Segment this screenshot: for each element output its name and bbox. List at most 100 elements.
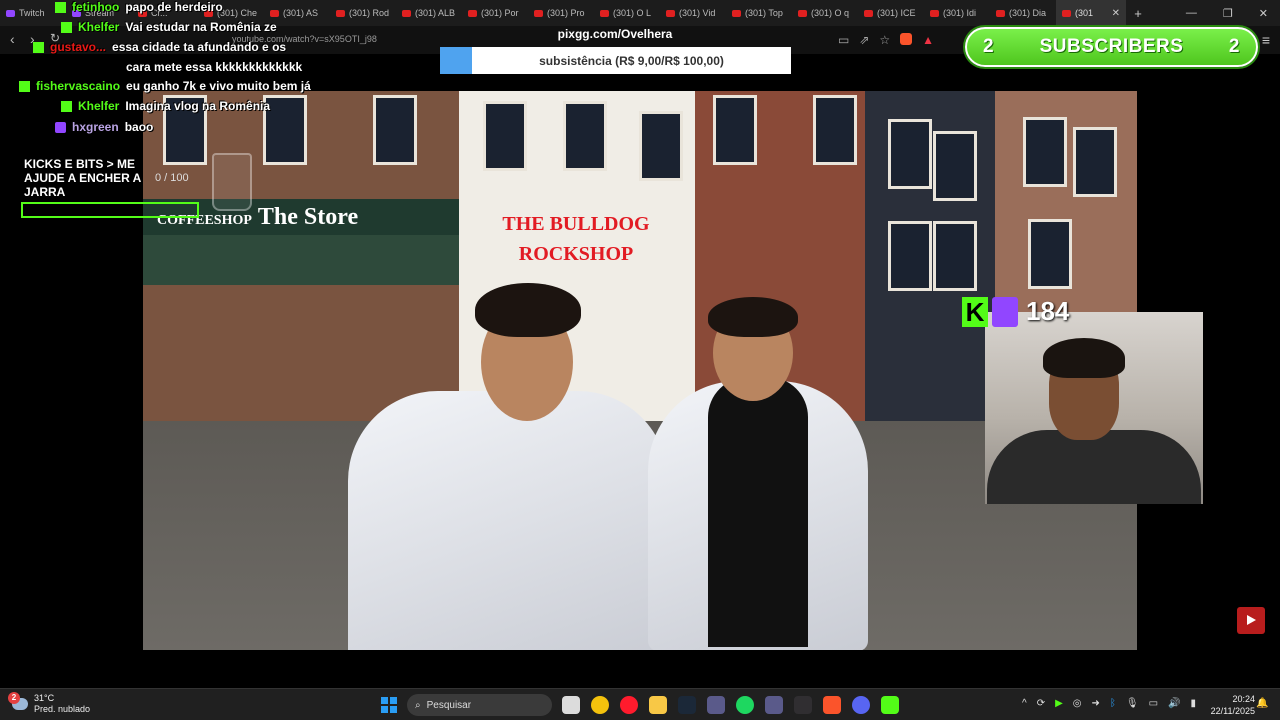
play-icon[interactable]: ▶ bbox=[1055, 698, 1063, 709]
browser-tab[interactable]: (301) ALB bbox=[396, 0, 462, 26]
tab-label: (301 bbox=[1075, 8, 1094, 18]
donation-goal-bar: subsistência (R$ 9,00/R$ 100,00) bbox=[440, 47, 791, 74]
browser-tab[interactable]: (301) Rod bbox=[330, 0, 396, 26]
youtube-favicon-icon bbox=[534, 9, 543, 17]
browser-tab[interactable]: (301) Pro bbox=[528, 0, 594, 26]
hair bbox=[708, 297, 798, 337]
screen: Twitch Stream Cr... (301) Che (301) AS (301) … bbox=[0, 0, 1280, 720]
weather-widget[interactable]: 2 31°C Pred. nublado bbox=[8, 692, 91, 715]
streamer-hair bbox=[1043, 338, 1125, 378]
tab-label: (301) Rod bbox=[349, 8, 390, 18]
app-icon[interactable] bbox=[765, 696, 783, 714]
search-placeholder: Pesquisar bbox=[426, 699, 472, 711]
brave-icon[interactable] bbox=[823, 696, 841, 714]
youtube-favicon-icon bbox=[996, 9, 1005, 17]
browser-tab[interactable]: (301) Vid bbox=[660, 0, 726, 26]
browser-tab[interactable]: (301) O q bbox=[792, 0, 858, 26]
opera-icon[interactable] bbox=[620, 696, 638, 714]
hair bbox=[475, 283, 581, 337]
chat-overlay: fetinhoo papo de herdeiro Khelfer Vai estud… bbox=[0, 0, 330, 140]
viewer-counter: K 184 bbox=[962, 296, 1069, 327]
search-icon: ⌕ bbox=[415, 699, 421, 711]
browser-tab[interactable]: (301) Idi bbox=[924, 0, 990, 26]
youtube-favicon-icon bbox=[732, 9, 741, 17]
browser-tab[interactable]: (301) ICE bbox=[858, 0, 924, 26]
minimize-icon[interactable]: — bbox=[1186, 7, 1197, 19]
tab-label: (301) ALB bbox=[415, 8, 456, 18]
tab-label: (301) Dia bbox=[1009, 8, 1047, 18]
browser-tab[interactable]: (301) Dia bbox=[990, 0, 1056, 26]
bluetooth-icon[interactable]: ᛒ bbox=[1110, 698, 1116, 709]
browser-tab[interactable]: (301) Top bbox=[726, 0, 792, 26]
tab-label: (301) Por bbox=[481, 8, 519, 18]
discord-icon[interactable] bbox=[852, 696, 870, 714]
chat-text: cara mete essa kkkkkkkkkkkkk bbox=[126, 60, 303, 74]
chrome-icon[interactable] bbox=[591, 696, 609, 714]
brave-rewards-icon[interactable]: ▲ bbox=[922, 33, 934, 47]
goal-progress-bar bbox=[21, 202, 199, 218]
streamer-webcam bbox=[985, 312, 1203, 504]
close-tab-icon[interactable]: ✕ bbox=[1112, 8, 1120, 19]
clock[interactable]: 20:24 22/11/2025 bbox=[1203, 693, 1255, 717]
steam-icon[interactable] bbox=[678, 696, 696, 714]
mic-icon[interactable]: 🎙 bbox=[1126, 698, 1139, 709]
chat-message: Khelfer Vai estudar na Romênia ze bbox=[61, 17, 277, 37]
youtube-favicon-icon bbox=[798, 9, 807, 17]
weather-desc: Pred. nublado bbox=[34, 704, 91, 714]
kick-icon[interactable] bbox=[881, 696, 899, 714]
youtube-favicon-icon bbox=[600, 9, 609, 17]
tab-label: (301) ICE bbox=[877, 8, 916, 18]
settings-icon[interactable]: ◎ bbox=[1073, 698, 1082, 709]
maximize-icon[interactable]: ❐ bbox=[1223, 7, 1233, 20]
youtube-favicon-icon bbox=[336, 9, 345, 17]
close-window-icon[interactable]: ✕ bbox=[1259, 7, 1268, 20]
chat-message: cara mete essa kkkkkkkkkkkkk bbox=[126, 57, 302, 77]
goal-count: 0 / 100 bbox=[155, 172, 189, 184]
bookmark-icon[interactable]: ☆ bbox=[879, 33, 890, 47]
donation-goal-label: subsistência (R$ 9,00/R$ 100,00) bbox=[539, 53, 724, 68]
obs-icon[interactable] bbox=[794, 696, 812, 714]
arrow-icon[interactable]: ➜ bbox=[1092, 698, 1100, 709]
brave-shield-icon[interactable] bbox=[900, 33, 913, 45]
window bbox=[713, 95, 757, 165]
chat-message: gustavo... essa cidade ta afundando e os bbox=[33, 37, 286, 57]
file-explorer-icon[interactable] bbox=[562, 696, 580, 714]
chat-username: fetinhoo bbox=[72, 0, 120, 14]
youtube-favicon-icon bbox=[1062, 9, 1071, 17]
chat-text: baoo bbox=[124, 120, 154, 134]
windows-taskbar: 2 31°C Pred. nublado ⌕ Pesquisar ^ ⟳ ▶ ◎… bbox=[0, 688, 1280, 720]
subscribers-count-right: 2 bbox=[1228, 36, 1240, 57]
start-button[interactable] bbox=[381, 697, 397, 713]
subscribers-label: SUBSCRIBERS bbox=[1039, 36, 1184, 57]
address-bar-actions: ▭ ⇗ ☆ ▲ bbox=[838, 33, 934, 47]
browser-tab[interactable]: (301) O L bbox=[594, 0, 660, 26]
window bbox=[639, 111, 683, 181]
chat-username: gustavo... bbox=[50, 40, 107, 54]
chevron-up-icon[interactable]: ^ bbox=[1022, 698, 1027, 709]
window bbox=[483, 101, 527, 171]
notification-bell-icon[interactable]: 🔔 bbox=[1256, 698, 1268, 709]
battery-icon[interactable]: ▮ bbox=[1191, 698, 1197, 709]
browser-tab[interactable]: (301) Por bbox=[462, 0, 528, 26]
share-icon[interactable]: ⇗ bbox=[859, 33, 869, 47]
cast-icon[interactable]: ▭ bbox=[838, 33, 849, 47]
taskbar-search[interactable]: ⌕ Pesquisar bbox=[407, 694, 552, 716]
clock-date: 22/11/2025 bbox=[1210, 706, 1255, 716]
volume-icon[interactable]: 🔊 bbox=[1168, 698, 1180, 709]
new-tab-icon[interactable]: + bbox=[1126, 6, 1150, 21]
chat-text: Vai estudar na Romênia ze bbox=[125, 20, 277, 34]
spotify-icon[interactable] bbox=[736, 696, 754, 714]
window bbox=[933, 221, 977, 291]
youtube-favicon-icon bbox=[402, 9, 411, 17]
chat-message: hxgreen baoo bbox=[55, 117, 153, 137]
browser-tab[interactable]: (301 ✕ bbox=[1056, 0, 1126, 26]
chat-message: Khelfer Imagina vlog na Romênia bbox=[61, 96, 270, 116]
chat-message: fetinhoo papo de herdeiro bbox=[55, 0, 223, 17]
menu-icon[interactable]: ≡ bbox=[1262, 32, 1270, 48]
chat-text: papo de herdeiro bbox=[125, 0, 223, 14]
folder-icon[interactable] bbox=[649, 696, 667, 714]
window bbox=[1028, 219, 1072, 289]
network-icon[interactable]: ▭ bbox=[1149, 698, 1158, 709]
app-icon[interactable] bbox=[707, 696, 725, 714]
sync-icon[interactable]: ⟳ bbox=[1037, 698, 1045, 709]
